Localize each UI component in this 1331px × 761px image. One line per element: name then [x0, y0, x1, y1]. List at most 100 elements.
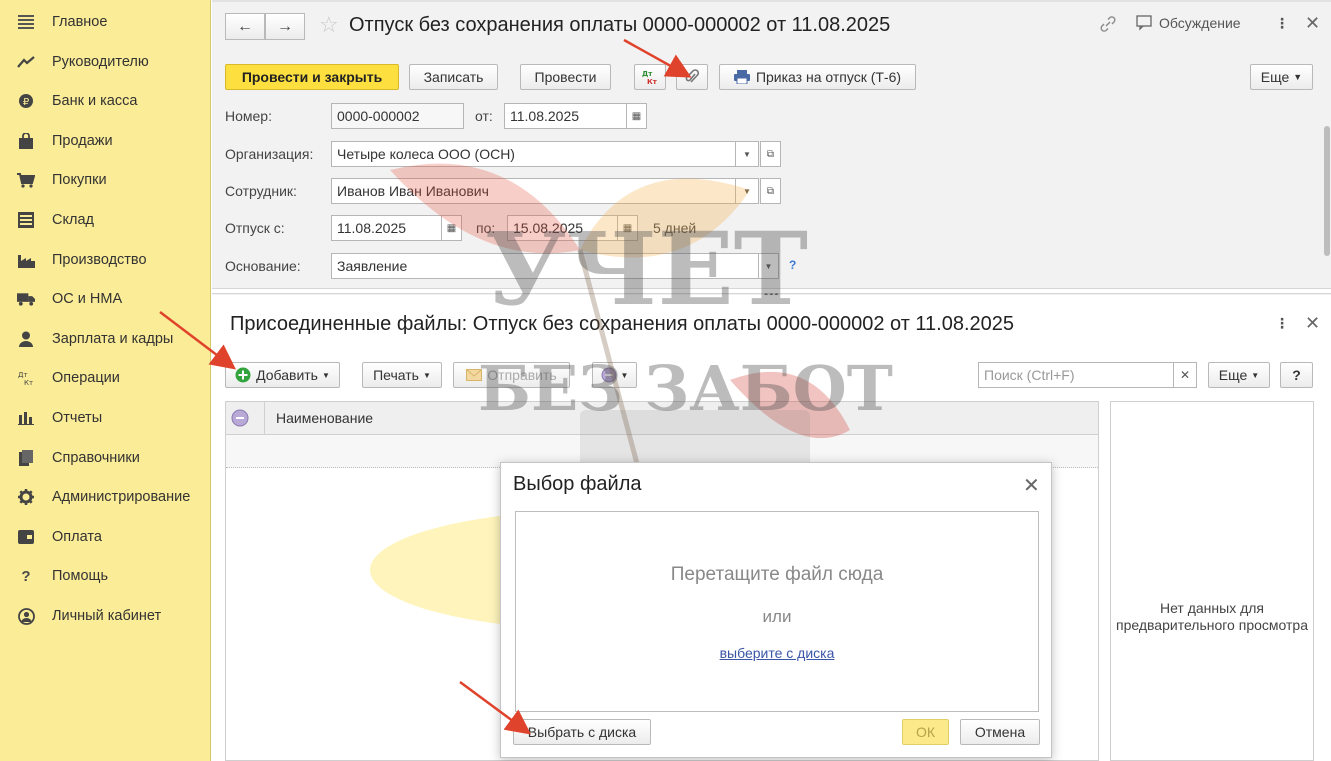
sidebar-item-purchases[interactable]: Покупки: [0, 165, 211, 195]
date-field[interactable]: 11.08.2025: [504, 103, 627, 129]
forward-button[interactable]: →: [265, 13, 305, 40]
print-button[interactable]: Печать ▼: [362, 362, 442, 388]
factory-icon: [17, 251, 35, 269]
sidebar-item-label: Покупки: [52, 172, 107, 188]
ok-button[interactable]: ОК: [902, 719, 949, 745]
sidebar-item-label: Производство: [52, 252, 147, 268]
svg-text:Дт: Дт: [642, 70, 653, 78]
more-label: Еще: [1218, 367, 1248, 383]
sidebar-item-production[interactable]: Производство: [0, 245, 211, 275]
discussion-button[interactable]: Обсуждение: [1136, 15, 1241, 31]
status-circle-icon: [231, 409, 249, 430]
user-circle-icon: [17, 607, 35, 625]
choose-from-disk-button[interactable]: Выбрать с диска: [513, 719, 651, 745]
help-button[interactable]: ?: [1280, 362, 1313, 388]
organization-field[interactable]: Четыре колеса ООО (ОСН): [331, 141, 736, 167]
sidebar-item-operations[interactable]: Дт Кт Операции: [0, 363, 211, 393]
arrow-right-icon: →: [277, 17, 293, 35]
calendar-button[interactable]: ▦: [441, 215, 462, 241]
add-label: Добавить: [256, 367, 318, 383]
organization-dropdown[interactable]: ▼: [735, 141, 759, 167]
search-input[interactable]: Поиск (Ctrl+F): [978, 362, 1174, 388]
from-label: от:: [475, 108, 493, 124]
sidebar-item-catalogs[interactable]: Справочники: [0, 443, 211, 473]
sidebar-item-label: Справочники: [52, 450, 140, 466]
sidebar-item-warehouse[interactable]: Склад: [0, 205, 211, 235]
employee-dropdown[interactable]: ▼: [735, 178, 759, 204]
sidebar-item-salary[interactable]: Зарплата и кадры: [0, 324, 211, 354]
dt-kt-button[interactable]: Дт Кт: [634, 64, 666, 90]
gear-icon: [17, 488, 35, 506]
organization-open-button[interactable]: ⧉: [760, 141, 781, 167]
svg-text:₽: ₽: [23, 97, 30, 108]
close-icon[interactable]: ✕: [1305, 13, 1320, 34]
cancel-button[interactable]: Отмена: [960, 719, 1040, 745]
column-divider: [264, 402, 265, 435]
open-window-icon: ⧉: [766, 148, 775, 160]
scrollbar[interactable]: [1324, 126, 1330, 256]
add-file-button[interactable]: Добавить ▼: [225, 362, 340, 388]
open-window-icon: ⧉: [766, 185, 775, 197]
save-button[interactable]: Записать: [409, 64, 498, 90]
vacation-from-label: Отпуск с:: [225, 220, 285, 236]
chevron-down-icon: ▼: [743, 149, 751, 159]
vacation-from-field[interactable]: 11.08.2025: [331, 215, 442, 241]
back-button[interactable]: ←: [225, 13, 265, 40]
sidebar-item-bank[interactable]: ₽ Банк и касса: [0, 86, 211, 116]
truck-icon: [17, 290, 35, 308]
sidebar-item-label: Руководителю: [52, 54, 149, 70]
bank-coin-icon: ₽: [17, 92, 35, 110]
close-icon[interactable]: ✕: [1305, 313, 1320, 334]
dt-kt-icon: ДтКт: [17, 369, 35, 387]
sidebar: Главное Руководителю ₽ Банк и касса Прод…: [0, 0, 211, 761]
sidebar-item-label: Операции: [52, 370, 120, 386]
drop-zone[interactable]: Перетащите файл сюда или выберите с диск…: [515, 511, 1039, 712]
column-header-name[interactable]: Наименование: [276, 410, 373, 426]
clear-search-button[interactable]: ✕: [1173, 362, 1197, 388]
sidebar-item-label: Администрирование: [52, 489, 191, 505]
sidebar-item-label: Склад: [52, 212, 94, 228]
star-icon[interactable]: ☆: [319, 12, 339, 38]
employee-field[interactable]: Иванов Иван Иванович: [331, 178, 736, 204]
choose-from-disk-link[interactable]: выберите с диска: [516, 645, 1038, 661]
more-vert-icon[interactable]: ⋮: [1275, 15, 1289, 32]
sidebar-item-payment[interactable]: Оплата: [0, 522, 211, 552]
sidebar-item-help[interactable]: ? Помощь: [0, 561, 211, 591]
trend-icon: [17, 53, 35, 71]
calendar-button[interactable]: ▦: [626, 103, 647, 129]
number-field[interactable]: 0000-000002: [331, 103, 464, 129]
attach-files-button[interactable]: [676, 64, 708, 90]
sidebar-item-label: Личный кабинет: [52, 608, 162, 624]
employee-open-button[interactable]: ⧉: [760, 178, 781, 204]
close-icon[interactable]: ✕: [1023, 473, 1040, 498]
cart-icon: [17, 171, 35, 189]
sidebar-item-main[interactable]: Главное: [0, 7, 211, 37]
sidebar-item-sales[interactable]: Продажи: [0, 126, 211, 156]
close-icon: ✕: [1179, 368, 1191, 382]
books-icon: [17, 449, 35, 467]
sidebar-item-reports[interactable]: Отчеты: [0, 403, 211, 433]
paperclip-icon: [685, 69, 699, 83]
watermark-line1: УЧЕТ: [485, 210, 809, 328]
dt-kt-icon: ДтКт: [642, 70, 658, 86]
more-button[interactable]: Еще ▼: [1208, 362, 1270, 388]
more-vert-icon[interactable]: ⋮: [1275, 315, 1289, 332]
bar-chart-icon: [17, 409, 35, 427]
more-button[interactable]: Еще ▼: [1250, 64, 1313, 90]
sidebar-item-manager[interactable]: Руководителю: [0, 47, 211, 77]
post-button[interactable]: Провести: [520, 64, 611, 90]
post-and-close-button[interactable]: Провести и закрыть: [225, 64, 399, 90]
svg-text:Дт: Дт: [18, 371, 28, 379]
sidebar-item-admin[interactable]: Администрирование: [0, 482, 211, 512]
svg-text:Кт: Кт: [647, 78, 658, 86]
sidebar-item-label: Главное: [52, 14, 108, 30]
sidebar-item-label: Банк и касса: [52, 93, 138, 109]
sidebar-item-assets[interactable]: ОС и НМА: [0, 284, 211, 314]
employee-label: Сотрудник:: [225, 183, 297, 199]
person-icon: [17, 330, 35, 348]
print-order-button[interactable]: Приказ на отпуск (Т-6): [719, 64, 916, 90]
sidebar-item-label: Помощь: [52, 568, 109, 584]
drop-or: или: [762, 607, 792, 626]
sidebar-item-account[interactable]: Личный кабинет: [0, 601, 211, 631]
link-icon[interactable]: [1099, 15, 1117, 33]
